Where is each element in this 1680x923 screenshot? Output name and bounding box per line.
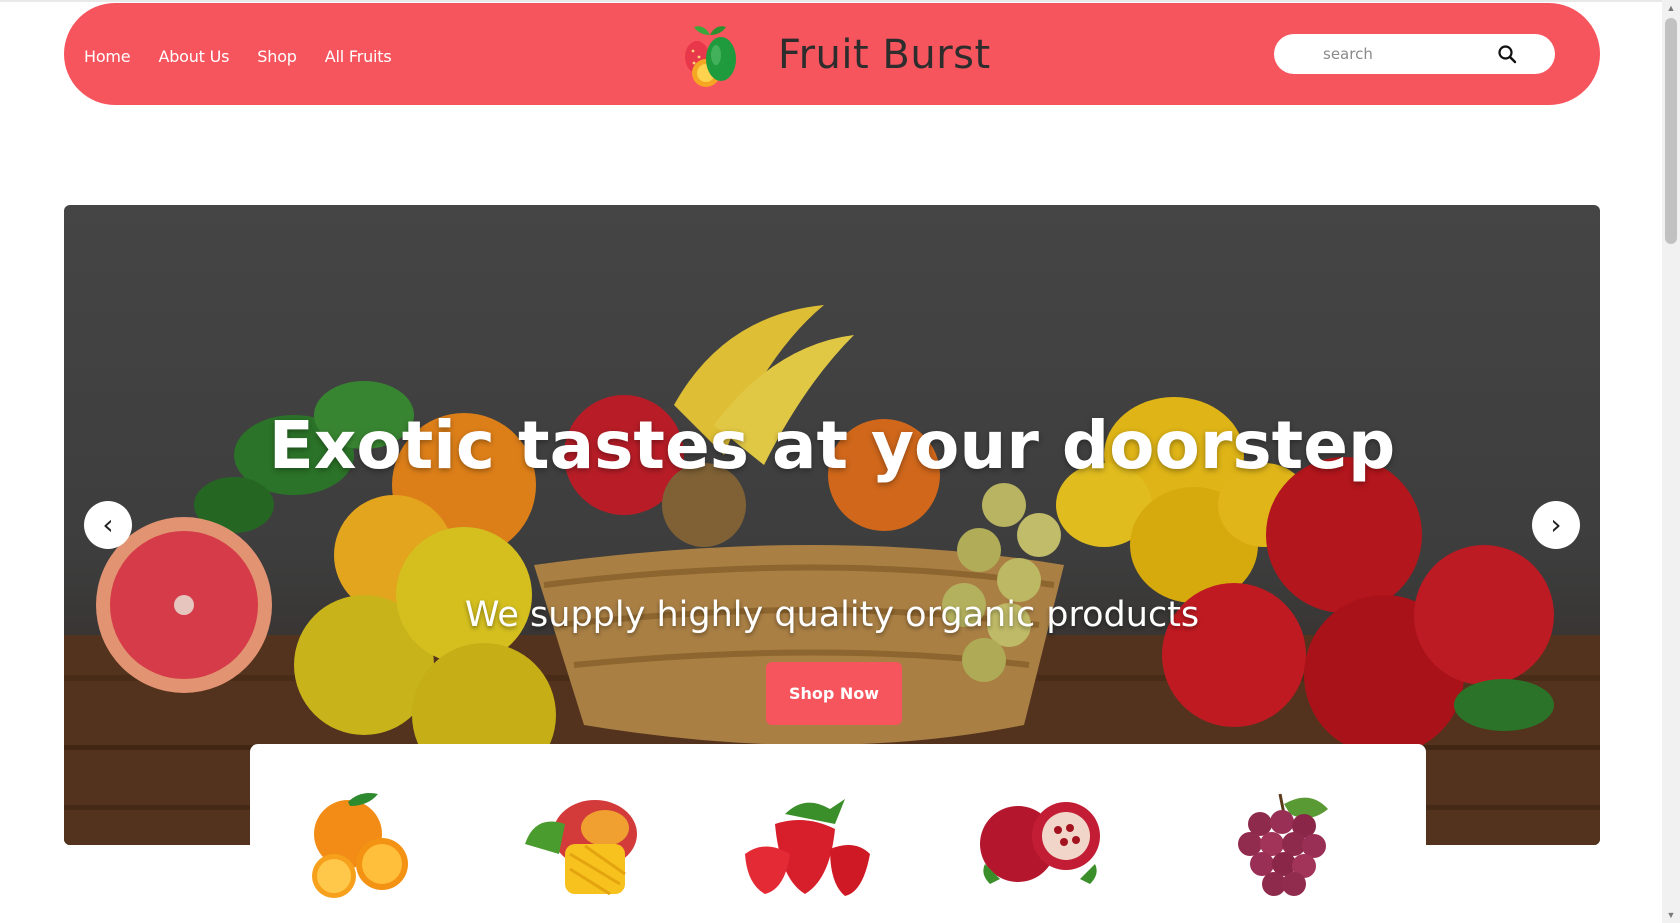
hero-title: Exotic tastes at your doorstep bbox=[268, 407, 1396, 484]
vertical-scrollbar[interactable]: ▲ ▼ bbox=[1662, 0, 1680, 923]
nav-all-fruits-link[interactable]: All Fruits bbox=[325, 47, 392, 66]
nav-shop-link[interactable]: Shop bbox=[257, 47, 297, 66]
nav-home-link[interactable]: Home bbox=[84, 47, 131, 66]
search-input[interactable] bbox=[1323, 45, 1493, 63]
nav-about-link[interactable]: About Us bbox=[158, 47, 229, 66]
scrollbar-thumb[interactable] bbox=[1665, 18, 1677, 244]
shop-now-button[interactable]: Shop Now bbox=[766, 662, 902, 725]
site-header: Home About Us Shop All Fruits Fruit Burs… bbox=[64, 3, 1600, 105]
carousel-prev-button[interactable]: ‹ bbox=[84, 501, 132, 549]
brand[interactable]: Fruit Burst bbox=[680, 21, 991, 89]
carousel-next-button[interactable]: › bbox=[1532, 501, 1580, 549]
fruit-category-strip bbox=[250, 744, 1426, 923]
scroll-down-icon[interactable]: ▼ bbox=[1666, 910, 1676, 920]
hero-subtitle: We supply highly quality organic product… bbox=[464, 595, 1200, 635]
mango-icon[interactable] bbox=[515, 784, 655, 904]
search-icon[interactable] bbox=[1497, 44, 1517, 64]
pomegranate-icon[interactable] bbox=[970, 784, 1110, 904]
main-nav: Home About Us Shop All Fruits bbox=[84, 47, 392, 66]
grapes-icon[interactable] bbox=[1210, 784, 1350, 904]
top-border bbox=[0, 0, 1662, 2]
brand-name: Fruit Burst bbox=[778, 32, 991, 78]
search-box[interactable] bbox=[1274, 34, 1555, 74]
strawberry-icon[interactable] bbox=[735, 784, 875, 904]
orange-icon[interactable] bbox=[290, 784, 430, 904]
fruit-logo-icon bbox=[685, 26, 736, 87]
scroll-up-icon[interactable]: ▲ bbox=[1666, 3, 1676, 13]
